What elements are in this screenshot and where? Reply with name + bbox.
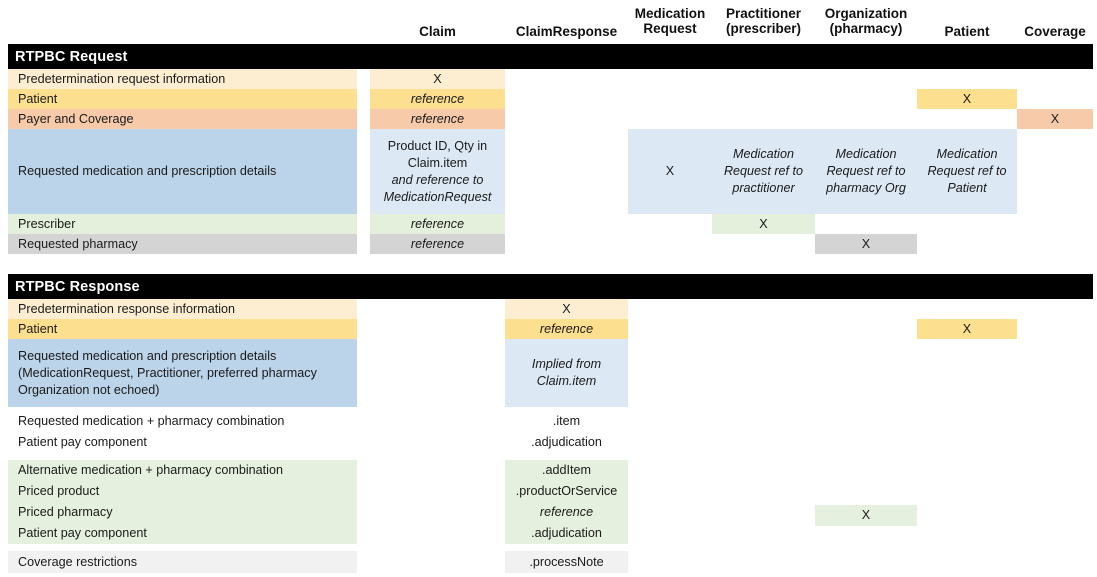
row-label-priced-product: Priced product — [8, 481, 357, 502]
cell-response-priced-pharmacy-organization: X — [815, 505, 917, 526]
row-label-text: Requested medication and prescription de… — [18, 164, 277, 178]
claim-line-2: Claim.item — [407, 155, 468, 170]
cell-response-requested-combo-claimresponse: .item — [552, 414, 581, 428]
cell-response-patient-claimresponse: reference — [505, 319, 628, 339]
cell-response-patient-patient: X — [917, 319, 1017, 339]
cell-request-patient-patient: X — [917, 89, 1017, 109]
cell-response-predetermination-claimresponse: X — [505, 299, 628, 319]
label-line-3: Organization not echoed) — [18, 382, 160, 397]
column-header-coverage: Coverage — [1024, 24, 1086, 39]
patient-line-1: Medication — [936, 147, 998, 161]
claim-line-1: Product ID, Qty in — [387, 138, 488, 153]
organization-line-3: pharmacy Org — [826, 181, 906, 195]
cell-request-pharmacy-claim: reference — [370, 234, 505, 254]
row-label-requested-pharmacy: Requested pharmacy — [8, 234, 357, 254]
row-label-response-patient: Patient — [8, 319, 357, 339]
row-label-patient-pay-component-alternative: Patient pay component — [8, 523, 357, 544]
cell-request-pharmacy-organization: X — [815, 234, 917, 254]
cell-response-requested-medication-claimresponse: Implied from Claim.item — [505, 339, 628, 407]
column-header-patient: Patient — [944, 24, 990, 39]
row-label-request-patient: Patient — [8, 89, 357, 109]
cell-request-medication-organization: Medication Request ref to pharmacy Org — [815, 129, 917, 214]
label-line-1: Requested medication and prescription de… — [18, 348, 277, 363]
cell-response-alternative-combo-claimresponse: .addItem — [505, 460, 628, 481]
cell-request-predetermination-claim: X — [370, 69, 505, 89]
row-label-predetermination-response-information: Predetermination response information — [8, 299, 357, 319]
cell-response-priced-pharmacy-claimresponse: reference — [505, 502, 628, 523]
practitioner-line-1: Medication — [733, 147, 794, 161]
practitioner-line-2: Request ref to — [723, 164, 804, 178]
claim-line-4: MedicationRequest — [383, 189, 492, 204]
cell-request-medication-patient: Medication Request ref to Patient — [917, 129, 1017, 214]
row-label-prescriber: Prescriber — [8, 214, 357, 234]
cell-request-patient-claim: reference — [370, 89, 505, 109]
column-header-organization: Organization (pharmacy) — [824, 6, 908, 36]
label-line-2: (MedicationRequest, Practitioner, prefer… — [18, 365, 317, 380]
row-label-payer-and-coverage: Payer and Coverage — [8, 109, 357, 129]
rtpbc-mapping-sheet: Claim ClaimResponse Medication Request P… — [0, 0, 1097, 577]
patient-line-3: Patient — [947, 181, 987, 195]
row-label-predetermination-request-information: Predetermination request information — [8, 69, 357, 89]
row-label-priced-pharmacy: Priced pharmacy — [8, 502, 357, 523]
cell-request-medication-claim: Product ID, Qty in Claim.item and refere… — [370, 129, 505, 214]
claimresponse-line-1: Implied from — [531, 357, 602, 371]
cell-response-requested-paycomponent-claimresponse: .adjudication — [531, 435, 602, 449]
cell-request-prescriber-claim: reference — [370, 214, 505, 234]
row-label-requested-medication-pharmacy-combination: Requested medication + pharmacy combinat… — [18, 414, 285, 428]
cell-response-priced-product-claimresponse: .productOrService — [505, 481, 628, 502]
column-header-claim: Claim — [419, 24, 456, 39]
section-banner-rtpbc-request: RTPBC Request — [8, 44, 1093, 69]
cell-request-medication-medicationrequest: X — [628, 129, 712, 214]
cell-request-prescriber-practitioner: X — [712, 214, 815, 234]
cell-request-payer-claim: reference — [370, 109, 505, 129]
organization-line-2: Request ref to — [826, 164, 906, 178]
column-header-medication-request: Medication Request — [634, 6, 706, 36]
claim-line-3: and reference to — [391, 172, 484, 187]
practitioner-line-3: practitioner — [732, 181, 795, 195]
row-label-coverage-restrictions: Coverage restrictions — [8, 551, 357, 573]
row-label-patient-pay-component-requested: Patient pay component — [18, 435, 147, 449]
patient-line-2: Request ref to — [927, 164, 1007, 178]
cell-request-medication-practitioner: Medication Request ref to practitioner — [712, 129, 815, 214]
column-header-claimresponse: ClaimResponse — [515, 24, 618, 39]
claimresponse-line-2: Claim.item — [536, 374, 597, 388]
row-label-alternative-medication-pharmacy-combination: Alternative medication + pharmacy combin… — [8, 460, 357, 481]
organization-line-1: Medication — [835, 147, 897, 161]
cell-request-payer-coverage: X — [1017, 109, 1093, 129]
row-label-requested-medication-and-prescription-details: Requested medication and prescription de… — [8, 129, 357, 214]
cell-response-coverage-restrictions-claimresponse: .processNote — [505, 551, 628, 573]
cell-response-alternative-paycomponent-claimresponse: .adjudication — [505, 523, 628, 544]
row-label-response-requested-medication-details: Requested medication and prescription de… — [8, 339, 357, 407]
section-banner-rtpbc-response: RTPBC Response — [8, 274, 1093, 299]
column-header-practitioner: Practitioner (prescriber) — [725, 6, 802, 36]
